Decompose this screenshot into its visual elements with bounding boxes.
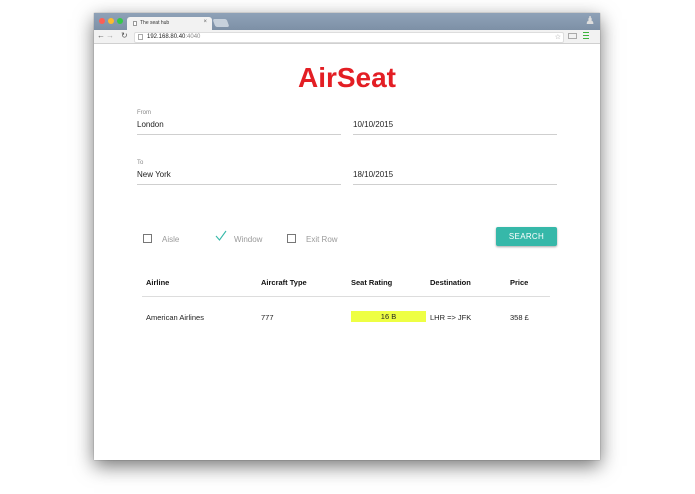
page-info-icon[interactable]: [138, 34, 143, 40]
to-value: New York: [137, 170, 171, 179]
url-port: :4040: [185, 34, 201, 40]
maximize-window-button[interactable]: [117, 18, 123, 24]
column-header-seat-rating: Seat Rating: [351, 278, 393, 287]
address-bar[interactable]: 192.168.80.40:4040 ☆: [134, 32, 564, 43]
departure-date-field[interactable]: 10/10/2015: [353, 110, 557, 135]
menu-icon[interactable]: [583, 32, 589, 39]
extension-icon[interactable]: [568, 33, 577, 39]
url-host: 192.168.80.40: [147, 34, 186, 40]
price-cell: 358 £: [510, 313, 529, 322]
minimize-window-button[interactable]: [108, 18, 114, 24]
back-arrow-icon[interactable]: ←: [97, 31, 105, 41]
page-favicon-icon: [133, 21, 137, 26]
checkbox-unchecked-icon[interactable]: [143, 234, 152, 243]
column-header-airline: Airline: [146, 278, 170, 287]
forward-arrow-icon[interactable]: →: [106, 31, 114, 41]
departure-date-value: 10/10/2015: [353, 120, 394, 129]
checkmark-icon[interactable]: [215, 230, 227, 242]
app-logo: AirSeat: [297, 62, 397, 93]
tab-close-icon[interactable]: ×: [203, 19, 207, 25]
airline-cell: American Airlines: [146, 313, 204, 322]
browser-window: The seat hub × ♟ ← → ↻ 192.168.80.40:404…: [94, 13, 600, 460]
profile-icon[interactable]: ♟: [584, 15, 596, 28]
column-header-destination: Destination: [430, 278, 471, 287]
return-date-field[interactable]: 18/10/2015: [353, 160, 557, 185]
aircraft-cell: 777: [261, 313, 274, 322]
return-date-value: 18/10/2015: [353, 170, 394, 179]
exit-row-label: Exit Row: [306, 235, 338, 244]
close-window-button[interactable]: [99, 18, 105, 24]
browser-toolbar: ← → ↻ 192.168.80.40:4040 ☆: [94, 30, 600, 44]
bookmark-star-icon[interactable]: ☆: [555, 33, 561, 42]
aisle-label: Aisle: [162, 235, 180, 244]
from-field[interactable]: From London: [137, 110, 341, 135]
seat-rating-badge: 16 B: [351, 311, 426, 322]
new-tab-button[interactable]: [212, 19, 230, 27]
browser-tab[interactable]: The seat hub ×: [127, 17, 212, 30]
column-header-price: Price: [510, 278, 529, 287]
search-button[interactable]: SEARCH: [496, 227, 557, 246]
checkbox-unchecked-icon[interactable]: [287, 234, 296, 243]
from-label: From: [137, 110, 151, 116]
to-field[interactable]: To New York: [137, 160, 341, 185]
results-table-header: Airline Aircraft Type Seat Rating Destin…: [142, 271, 550, 297]
window-label: Window: [234, 235, 263, 244]
table-row[interactable]: American Airlines 777 16 B LHR => JFK 35…: [142, 309, 550, 325]
from-value: London: [137, 120, 164, 129]
url-text: 192.168.80.40:4040: [147, 33, 200, 42]
to-label: To: [137, 160, 144, 166]
reload-icon[interactable]: ↻: [121, 31, 128, 41]
tab-title: The seat hub: [140, 20, 170, 26]
destination-cell: LHR => JFK: [430, 313, 472, 322]
title-bar: The seat hub × ♟: [94, 13, 600, 30]
column-header-aircraft-type: Aircraft Type: [261, 278, 307, 287]
